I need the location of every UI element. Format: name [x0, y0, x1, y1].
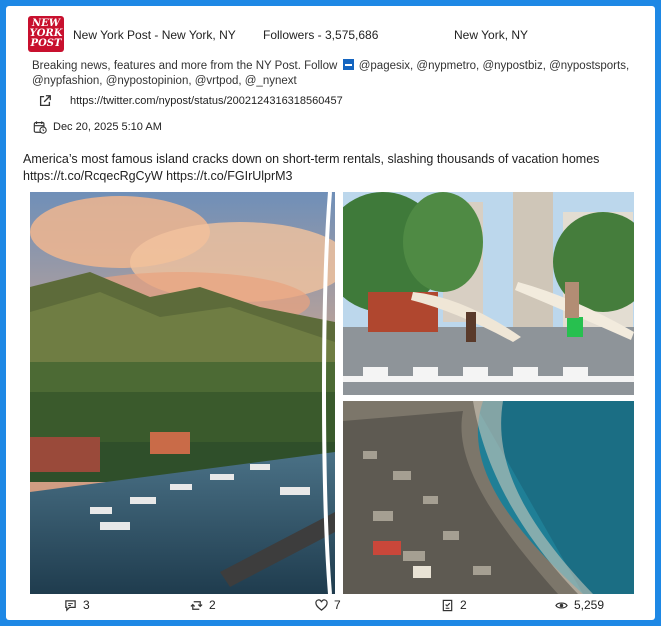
bookmark-icon — [442, 599, 453, 611]
account-location: New York, NY — [454, 28, 529, 42]
media-grid — [30, 192, 634, 594]
repost-icon — [190, 600, 203, 610]
post-stats: 3 2 7 2 5,259 — [6, 598, 655, 614]
followers-count: Followers - 3,575,686 — [263, 28, 379, 42]
bio-text-part1: Breaking news, features and more from th… — [32, 60, 338, 72]
calendar-clock-icon — [33, 121, 47, 134]
post-text: America’s most famous island cracks down… — [23, 152, 600, 183]
photo-maui-harbor[interactable] — [30, 192, 335, 594]
surfers-crosswalk-image — [343, 192, 634, 395]
post-card: NEW YORK POST New York Post - New York, … — [6, 6, 655, 620]
bookmarks-stat[interactable]: 2 — [441, 598, 467, 612]
likes-count: 7 — [334, 598, 341, 612]
eye-icon — [555, 601, 568, 609]
lahaina-aerial-image — [343, 401, 634, 594]
reposts-stat[interactable]: 2 — [190, 598, 216, 612]
flag-icon — [342, 59, 354, 70]
avatar-text-line3: POST — [30, 38, 62, 49]
post-link-row[interactable]: https://twitter.com/nypost/status/200212… — [38, 93, 343, 109]
post-link[interactable]: https://twitter.com/nypost/status/200212… — [70, 95, 343, 107]
comment-icon — [65, 599, 76, 612]
replies-stat[interactable]: 3 — [64, 598, 90, 612]
reposts-count: 2 — [209, 598, 216, 612]
avatar[interactable]: NEW YORK POST — [28, 16, 64, 52]
maui-harbor-image — [30, 192, 335, 594]
post-header: NEW YORK POST New York Post - New York, … — [28, 16, 648, 56]
post-date-row: Dec 20, 2025 5:10 AM — [33, 119, 162, 135]
photo-lahaina-aerial[interactable] — [343, 401, 634, 594]
views-count: 5,259 — [574, 598, 605, 612]
external-link-icon[interactable] — [38, 94, 52, 108]
bookmarks-count: 2 — [460, 598, 467, 612]
views-stat: 5,259 — [555, 598, 604, 612]
replies-count: 3 — [83, 598, 90, 612]
photo-surfers-crosswalk[interactable] — [343, 192, 634, 395]
post-date: Dec 20, 2025 5:10 AM — [53, 121, 162, 133]
heart-icon — [315, 598, 328, 611]
account-bio: Breaking news, features and more from th… — [32, 59, 632, 89]
account-name[interactable]: New York Post - New York, NY — [73, 28, 236, 42]
likes-stat[interactable]: 7 — [315, 598, 341, 612]
